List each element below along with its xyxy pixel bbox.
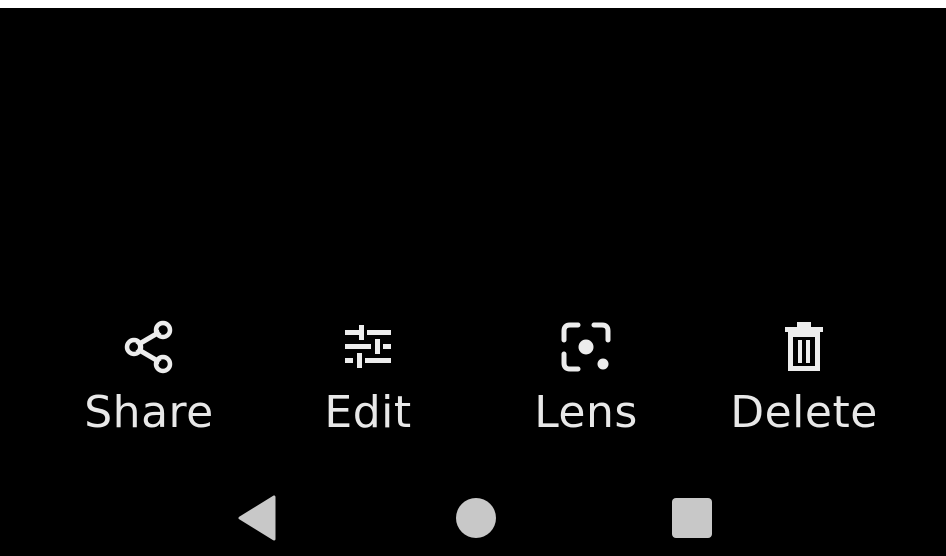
recents-square-icon xyxy=(672,498,712,538)
share-label: Share xyxy=(84,387,214,438)
top-edge xyxy=(0,0,946,8)
trash-icon xyxy=(776,317,832,377)
edit-label: Edit xyxy=(324,387,412,438)
photo-canvas[interactable] xyxy=(0,8,946,313)
share-icon xyxy=(121,317,177,377)
share-button[interactable]: Share xyxy=(49,315,249,450)
edit-button[interactable]: Edit xyxy=(268,315,468,450)
photo-viewer-screen: Share Edit Lens Delete xyxy=(0,0,946,556)
lens-button[interactable]: Lens xyxy=(486,315,686,450)
google-lens-icon xyxy=(558,317,614,377)
nav-recents-button[interactable] xyxy=(652,480,732,556)
delete-button[interactable]: Delete xyxy=(704,315,904,450)
back-triangle-icon xyxy=(238,495,276,541)
delete-label: Delete xyxy=(730,387,878,438)
photo-action-bar: Share Edit Lens Delete xyxy=(0,315,946,450)
nav-back-button[interactable] xyxy=(218,480,298,556)
system-navigation-bar xyxy=(0,480,946,556)
tune-sliders-icon xyxy=(340,317,396,377)
home-circle-icon xyxy=(456,498,496,538)
lens-label: Lens xyxy=(534,387,638,438)
nav-home-button[interactable] xyxy=(436,480,516,556)
